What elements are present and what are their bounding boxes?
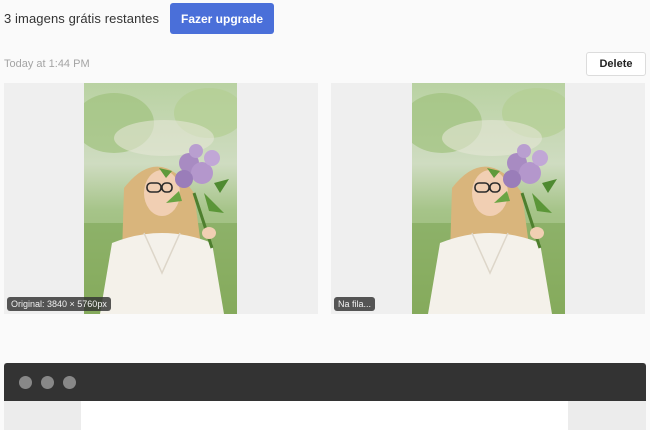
window-content-area bbox=[81, 401, 568, 430]
free-credits-text: 3 imagens grátis restantes bbox=[4, 11, 160, 26]
queue-status-badge: Na fila... bbox=[334, 297, 376, 311]
window-title-bar bbox=[4, 363, 646, 401]
result-timestamp: Today at 1:44 PM bbox=[4, 58, 90, 70]
window-dot-icon bbox=[41, 376, 54, 389]
window-dot-icon bbox=[19, 376, 32, 389]
browser-window-mockup bbox=[4, 363, 646, 430]
original-size-badge: Original: 3840 × 5760px bbox=[7, 297, 111, 311]
original-image-panel[interactable]: Original: 3840 × 5760px bbox=[4, 83, 318, 314]
window-dot-icon bbox=[63, 376, 76, 389]
processed-image-panel[interactable]: Na fila... bbox=[331, 83, 645, 314]
upgrade-button[interactable]: Fazer upgrade bbox=[170, 3, 274, 34]
woman-with-flowers-photo bbox=[84, 83, 237, 314]
woman-with-flowers-photo bbox=[412, 83, 565, 314]
processed-photo bbox=[412, 83, 565, 314]
original-photo bbox=[84, 83, 237, 314]
delete-button[interactable]: Delete bbox=[586, 52, 646, 76]
top-bar: 3 imagens grátis restantes Fazer upgrade bbox=[0, 0, 650, 38]
